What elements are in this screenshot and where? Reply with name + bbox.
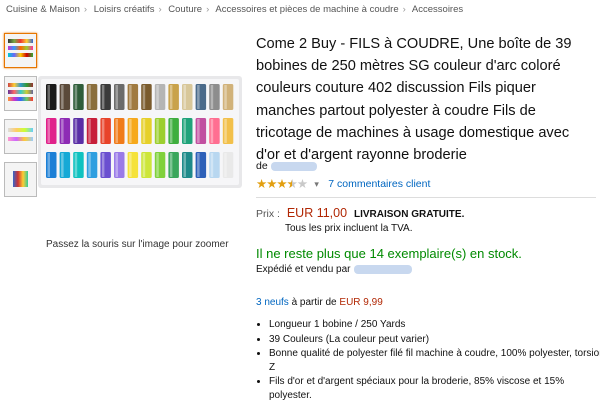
seller-line: Expédié et vendu par — [256, 264, 412, 275]
spool-highlight — [224, 119, 227, 143]
spool-highlight — [101, 85, 105, 109]
spool-highlight — [88, 85, 91, 109]
price-value: EUR 11,00 — [286, 206, 348, 220]
breadcrumb-separator: › — [206, 4, 210, 15]
spool-highlight — [129, 85, 132, 109]
spool-highlight — [183, 153, 186, 177]
feature-bullet: Bonne qualité de polyester filé fil mach… — [269, 347, 600, 373]
feature-bullet: Longueur 1 bobine / 250 Yards — [269, 318, 600, 331]
breadcrumb-item[interactable]: Accessoires — [412, 4, 463, 15]
spool-highlight — [210, 119, 214, 143]
spool-highlight — [210, 153, 214, 177]
by-label: de — [256, 160, 268, 172]
reviews-link[interactable]: 7 commentaires client — [328, 178, 430, 190]
brand-line: de — [256, 160, 317, 172]
breadcrumb-item[interactable]: Loisirs créatifs — [94, 4, 155, 15]
spool-highlight — [88, 119, 91, 143]
offers-line: 3 neufs à partir de EUR 9,99 — [256, 297, 383, 308]
seller-link[interactable] — [353, 264, 412, 274]
feature-bullet: 39 Couleurs (La couleur peut varier) — [269, 333, 600, 346]
new-offers-link[interactable]: 3 neufs — [256, 297, 289, 308]
brand-link[interactable] — [270, 161, 317, 171]
price-row: Prix : EUR 11,00 LIVRAISON GRATUITE. — [256, 206, 464, 220]
thumbnail-3[interactable] — [4, 119, 37, 154]
spool-highlight — [129, 119, 132, 143]
thumbnail-4[interactable] — [4, 162, 37, 197]
spool-highlight — [169, 119, 173, 143]
divider — [256, 197, 596, 198]
spool-highlight — [129, 153, 132, 177]
spool-highlight — [115, 153, 118, 177]
breadcrumb-item[interactable]: Cuisine & Maison — [6, 4, 80, 15]
zoom-hint: Passez la souris sur l'image pour zoomer — [46, 239, 229, 250]
stock-status: Il ne reste plus que 14 exemplaire(s) en… — [256, 246, 522, 261]
spool-highlight — [74, 153, 78, 177]
breadcrumb: Cuisine & Maison › Loisirs créatifs › Cout… — [6, 4, 463, 15]
free-shipping-label: LIVRAISON GRATUITE. — [353, 209, 465, 220]
offers-price: EUR 9,99 — [339, 297, 383, 308]
feature-bullet: Fils d'or et d'argent spéciaux pour la b… — [269, 375, 600, 401]
thumbnail-1[interactable] — [4, 33, 37, 68]
spool-highlight — [47, 153, 50, 177]
breadcrumb-separator: › — [402, 4, 406, 15]
spool-highlight — [183, 85, 186, 109]
spool-highlight — [142, 153, 146, 177]
spool-highlight — [47, 119, 50, 143]
rating-row: ★★★★★★ ▾ 7 commentaires client — [256, 176, 430, 191]
spool-highlight — [61, 85, 64, 109]
spool-highlight — [142, 119, 146, 143]
spool-highlight — [115, 85, 118, 109]
spool-highlight — [142, 85, 146, 109]
breadcrumb-separator: › — [158, 4, 162, 15]
spool-highlight — [74, 85, 78, 109]
product-title: Come 2 Buy - FILS à COUDRE, Une boîte de… — [256, 36, 572, 164]
thumbnail-list — [4, 33, 40, 205]
spool-highlight — [61, 153, 64, 177]
spool-highlight — [47, 85, 50, 109]
product-image[interactable] — [38, 76, 242, 188]
spool-highlight — [101, 119, 105, 143]
chevron-down-icon[interactable]: ▾ — [314, 179, 319, 189]
spool-highlight — [74, 119, 78, 143]
breadcrumb-item[interactable]: Couture — [168, 4, 202, 15]
thumbnail-2[interactable] — [4, 76, 37, 111]
spool-highlight — [224, 153, 227, 177]
spool-highlight — [156, 119, 159, 143]
offers-prefix: à partir de — [291, 297, 337, 308]
spool-highlight — [101, 153, 105, 177]
spool-highlight — [156, 153, 159, 177]
spool-highlight — [183, 119, 186, 143]
spool-highlight — [197, 85, 200, 109]
spool-highlight — [115, 119, 118, 143]
breadcrumb-separator: › — [83, 4, 88, 15]
seller-label: Expédié et vendu par — [256, 264, 351, 275]
spool-highlight — [88, 153, 91, 177]
spool-highlight — [224, 85, 227, 109]
spool-highlight — [197, 119, 200, 143]
spool-highlight — [169, 153, 173, 177]
breadcrumb-item[interactable]: Accessoires et pièces de machine à coudr… — [215, 4, 398, 15]
spool-highlight — [197, 153, 200, 177]
feature-bullets: Longueur 1 bobine / 250 Yards 39 Couleur… — [256, 318, 600, 403]
spool-highlight — [210, 85, 214, 109]
tax-note: Tous les prix incluent la TVA. — [285, 223, 413, 234]
spool-highlight — [169, 85, 173, 109]
spool-highlight — [156, 85, 159, 109]
star-rating[interactable]: ★★★★★★ — [256, 177, 308, 191]
spool-highlight — [61, 119, 64, 143]
price-label: Prix : — [256, 208, 280, 220]
